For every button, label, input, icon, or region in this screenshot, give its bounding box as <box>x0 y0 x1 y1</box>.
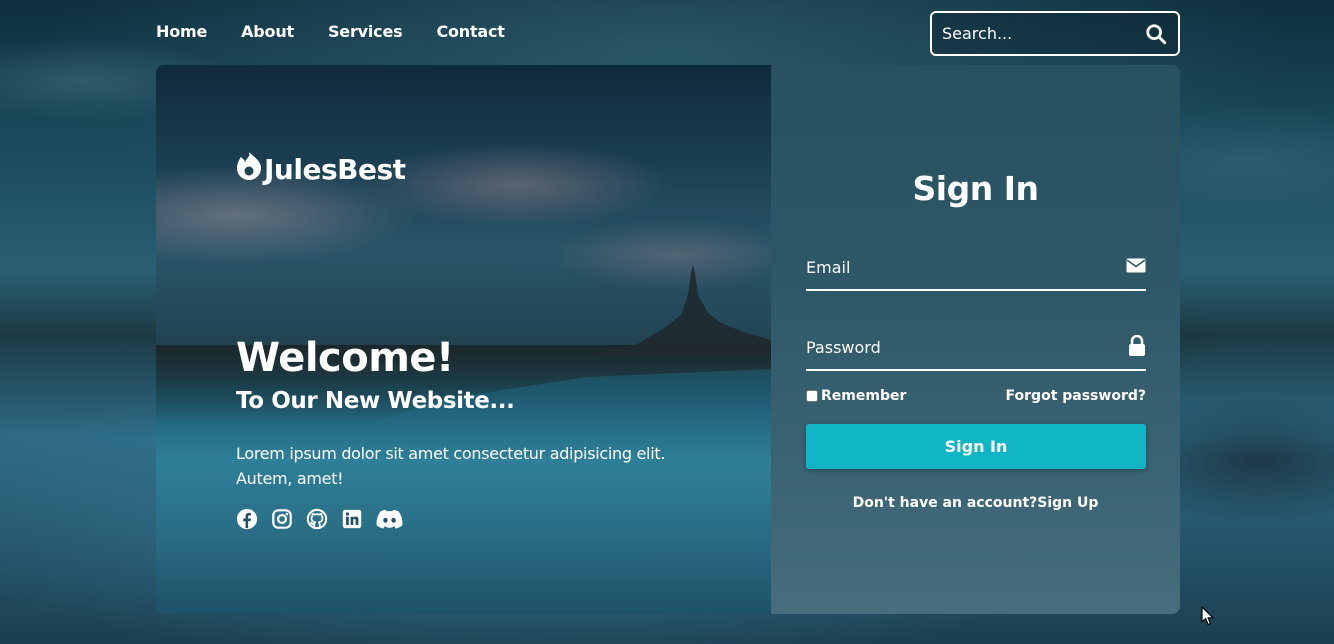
signin-title: Sign In <box>912 169 1039 208</box>
facebook-icon[interactable] <box>236 508 258 530</box>
github-icon[interactable] <box>306 508 328 530</box>
brand-logo: JulesBest <box>236 151 406 188</box>
signin-panel: Sign In Remember Forgot password? Sign I… <box>771 65 1180 614</box>
email-field[interactable] <box>806 257 1126 277</box>
island-silhouette <box>596 265 771 355</box>
search-box <box>930 11 1180 56</box>
brand-name: JulesBest <box>264 153 406 186</box>
hero-section: JulesBest Welcome! To Our New Website...… <box>156 65 771 614</box>
social-links <box>236 508 403 530</box>
nav-link-about[interactable]: About <box>241 22 294 41</box>
signin-button[interactable]: Sign In <box>806 424 1146 469</box>
password-field-wrapper <box>806 325 1146 371</box>
email-field-wrapper <box>806 245 1146 291</box>
tagline-heading: To Our New Website... <box>236 388 515 414</box>
signup-link[interactable]: Sign Up <box>1037 495 1098 511</box>
no-account-text: Don't have an account? <box>852 495 1038 511</box>
main-card: JulesBest Welcome! To Our New Website...… <box>156 65 1180 614</box>
flame-icon <box>236 151 262 188</box>
remember-label: Remember <box>821 388 907 404</box>
nav-link-home[interactable]: Home <box>156 22 207 41</box>
lock-icon <box>1128 334 1146 360</box>
search-icon[interactable] <box>1144 22 1168 46</box>
top-nav: Home About Services Contact <box>156 22 505 41</box>
search-input[interactable] <box>942 24 1144 43</box>
password-field[interactable] <box>806 337 1128 357</box>
remember-label-wrapper: Remember <box>806 388 906 404</box>
remember-checkbox[interactable] <box>806 390 818 402</box>
hero-description: Lorem ipsum dolor sit amet consectetur a… <box>236 444 666 488</box>
nav-link-services[interactable]: Services <box>328 22 403 41</box>
nav-link-contact[interactable]: Contact <box>436 22 505 41</box>
linkedin-icon[interactable] <box>341 508 363 530</box>
signup-prompt: Don't have an account?Sign Up <box>771 495 1180 511</box>
instagram-icon[interactable] <box>271 508 293 530</box>
remember-forgot-row: Remember Forgot password? <box>806 388 1146 404</box>
mouse-cursor-icon <box>1201 606 1214 626</box>
envelope-icon <box>1126 258 1146 277</box>
welcome-heading: Welcome! <box>236 335 454 381</box>
discord-icon[interactable] <box>376 508 403 530</box>
forgot-password-link[interactable]: Forgot password? <box>1006 388 1146 404</box>
